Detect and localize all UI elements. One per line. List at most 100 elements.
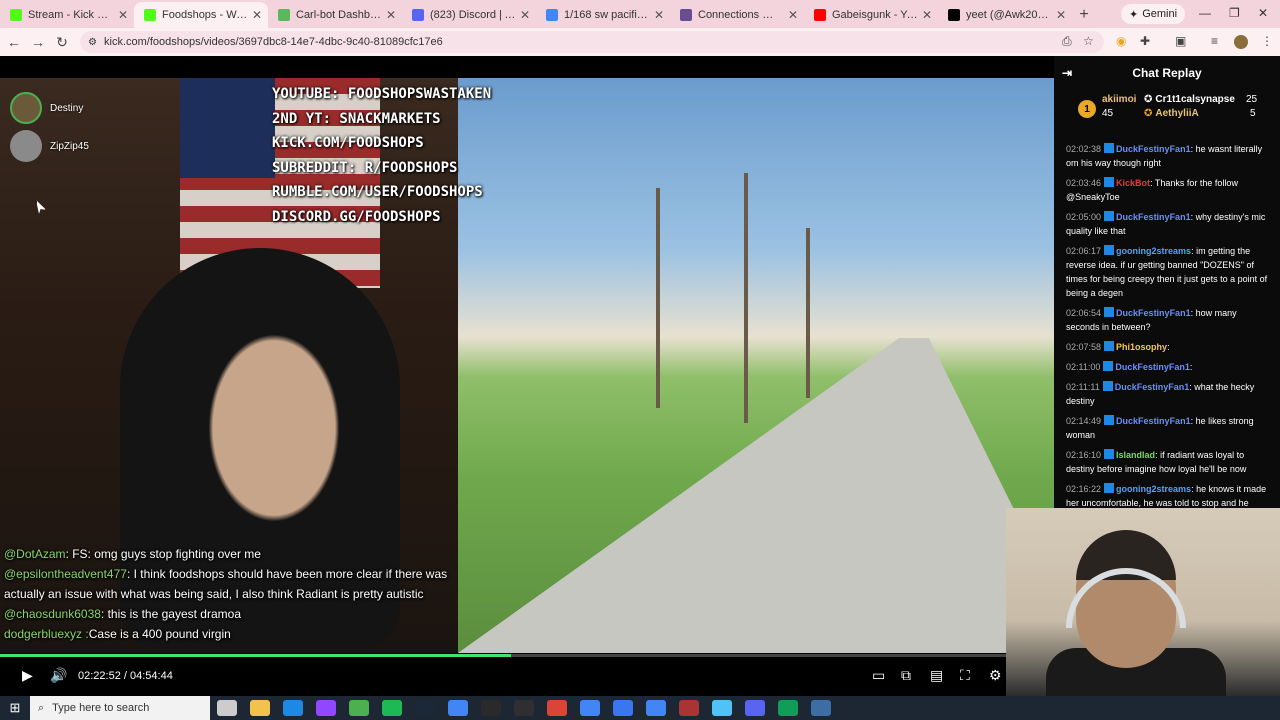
epic-icon[interactable] [480,700,501,716]
avatar [10,130,42,162]
outlook-icon[interactable] [282,700,303,716]
windows-start-icon[interactable]: ⊞ [0,700,30,716]
chrome-icon[interactable] [546,700,567,716]
browser-tab[interactable]: 1/168 sw pacific hwy -✕ [536,2,670,28]
close-tab-icon[interactable]: ✕ [1056,8,1066,22]
browser-tab[interactable]: Connections — The Ne✕ [670,2,804,28]
profile-avatar[interactable] [1234,35,1248,49]
chat-username[interactable]: Islandlad [1116,450,1155,460]
chat-header: ⇥ Chat Replay [1054,56,1280,90]
overlay-chat: @DotAzam: FS: omg guys stop fighting ove… [4,544,456,644]
browser-tab[interactable]: Stream - Kick Dashboar✕ [0,2,134,28]
chat-timestamp: 02:16:10 [1066,450,1102,460]
badge-icon [1104,177,1115,187]
close-tab-icon[interactable]: ✕ [520,8,530,22]
install-icon[interactable]: ⎙ [1062,34,1072,49]
restore-button[interactable]: ❐ [1229,6,1240,20]
overlay-chat-line: @epsilontheadvent477: I think foodshops … [4,564,456,604]
browser-tab[interactable]: Gabeisgunk - YouTube✕ [804,2,938,28]
chat-message: 02:11:11 DuckFestinyFan1: what the hecky … [1066,380,1270,408]
leaderboard-count: 25 [1246,94,1258,105]
chat-username[interactable]: Phi1osophy [1116,342,1167,352]
chat-username[interactable]: DuckFestinyFan1 [1115,382,1190,392]
chat-username[interactable]: DuckFestinyFan1 [1116,212,1191,222]
close-tab-icon[interactable]: ✕ [922,8,932,22]
spotify-icon[interactable] [381,700,402,716]
close-window-button[interactable]: ✕ [1258,6,1268,20]
chat-message: 02:06:54 DuckFestinyFan1: how many second… [1066,306,1270,334]
theater-mode-icon[interactable]: ▭ [872,667,885,684]
chat-username[interactable]: gooning2streams [1116,246,1191,256]
rank-badge: 1 [1078,100,1096,118]
reload-icon[interactable]: ↻ [50,34,74,51]
edge-icon[interactable] [777,700,798,716]
task-view-icon[interactable] [216,700,237,716]
pip-icon[interactable]: ⧉ [901,667,911,684]
chat-username[interactable]: gooning2streams [1116,484,1191,494]
close-tab-icon[interactable]: ✕ [654,8,664,22]
chat-message: 02:02:38 DuckFestinyFan1: he wasnt litera… [1066,142,1270,170]
file-explorer-icon[interactable] [249,700,270,716]
chrome-icon[interactable] [447,700,468,716]
chat-username[interactable]: DuckFestinyFan1 [1115,362,1190,372]
chat-username[interactable]: DuckFestinyFan1 [1116,308,1191,318]
stream-link-line: RUMBLE.COM/USER/FOODSHOPS [272,184,483,200]
close-tab-icon[interactable]: ✕ [118,8,128,22]
taskbar-search[interactable]: ⌕ Type here to search [30,696,210,720]
steam-icon[interactable] [414,700,435,716]
fullscreen-icon[interactable]: ⛶ [960,667,970,684]
forward-icon[interactable]: → [26,34,50,50]
back-icon[interactable]: ← [2,34,26,50]
url-text: kick.com/foodshops/videos/3697dbc8-14e7-… [104,36,443,48]
browser-tab[interactable]: (823) Discord | Apps✕ [402,2,536,28]
chat-username[interactable]: KickBot [1116,178,1150,188]
captions-icon[interactable]: ▤ [930,667,943,684]
browser-tab[interactable]: Foodshops - Watch the✕ [134,2,268,28]
minimize-button[interactable]: — [1199,6,1211,20]
chrome-icon[interactable] [348,700,369,716]
settings-gear-icon[interactable]: ⚙ [989,667,1002,684]
chat-message: 02:07:58 Phi1osophy: [1066,340,1270,354]
chrome-icon[interactable] [645,700,666,716]
twitch-icon[interactable] [315,700,336,716]
video-player[interactable]: YOUTUBE: FOODSHOPSWASTAKEN 2ND YT: SNACKM… [0,78,1054,653]
media-icon[interactable]: ≡ [1211,34,1218,48]
close-tab-icon[interactable]: ✕ [252,8,262,22]
mic-icon[interactable] [711,700,732,716]
x-icon [948,9,960,21]
chrome-icon[interactable] [579,700,600,716]
utility-pole [656,188,660,408]
extensions-icon[interactable]: ✚ [1140,34,1150,48]
new-tab-button[interactable]: + [1072,2,1096,28]
volume-icon[interactable]: 🔊 [50,667,67,684]
signal-icon[interactable] [612,700,633,716]
leaderboard-count: 45 [1102,108,1114,119]
overlay-chat-text: : this is the gayest dramoa [100,607,241,621]
sidebar-icon[interactable]: ▣ [1175,34,1186,48]
close-tab-icon[interactable]: ✕ [386,8,396,22]
menu-icon[interactable]: ⋮ [1261,34,1273,48]
badge-icon: ✪ [1144,94,1153,105]
progress-bar[interactable] [0,654,1054,657]
site-info-icon[interactable]: ⚙ [88,37,97,48]
chat-timestamp: 02:05:00 [1066,212,1102,222]
chat-timestamp: 02:11:00 [1066,362,1101,372]
chat-timestamp: 02:14:49 [1066,416,1102,426]
gemini-button[interactable]: ✦ Gemini [1121,4,1186,24]
discord-icon[interactable] [744,700,765,716]
browser-tab[interactable]: Carl-bot Dashboard✕ [268,2,402,28]
close-tab-icon[interactable]: ✕ [788,8,798,22]
address-bar[interactable]: ⚙ kick.com/foodshops/videos/3697dbc8-14e7… [80,31,1104,53]
browser-tab[interactable]: yeet (@Awk20000): "N✕ [938,2,1072,28]
collapse-chat-icon[interactable]: ⇥ [1062,66,1072,80]
rss-icon[interactable]: ◉ [1116,34,1126,48]
chat-message: 02:16:22 gooning2streams: he knows it mad… [1066,482,1270,510]
avatar [10,92,42,124]
play-icon[interactable]: ▶ [22,667,33,684]
monitor-icon[interactable] [810,700,831,716]
bookmark-star-icon[interactable]: ☆ [1083,34,1094,48]
obs-icon[interactable] [513,700,534,716]
chat-username[interactable]: DuckFestinyFan1 [1116,416,1191,426]
chat-username[interactable]: DuckFestinyFan1 [1116,144,1191,154]
app-icon[interactable] [678,700,699,716]
